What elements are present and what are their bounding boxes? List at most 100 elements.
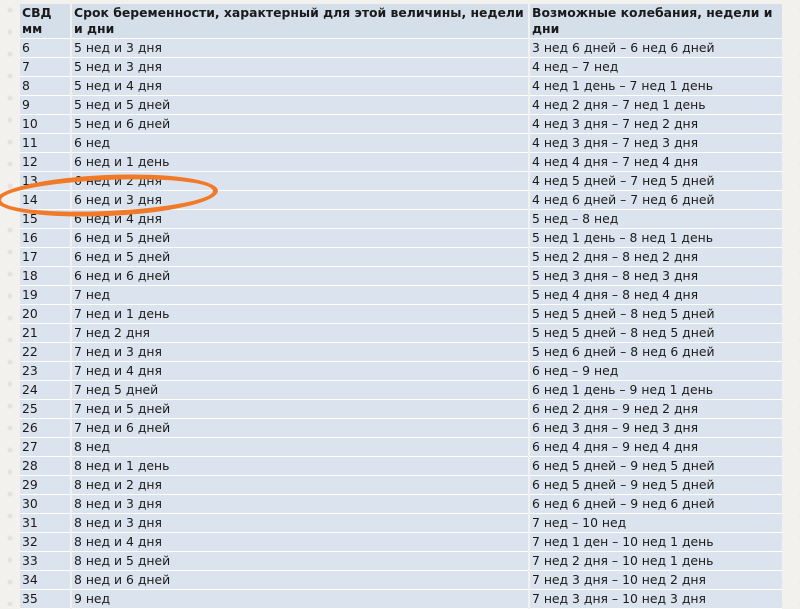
range-cell: 4 нед 6 дней – 7 нед 6 дней bbox=[530, 191, 782, 210]
header-range: Возможные колебания, недели и дни bbox=[530, 4, 782, 39]
range-cell: 7 нед – 10 нед bbox=[530, 514, 782, 533]
crl-cell: 19 bbox=[20, 286, 70, 305]
table-row: 13 6 нед и 2 дня 4 нед 5 дней – 7 нед 5 дн… bbox=[20, 172, 782, 191]
crl-cell: 9 bbox=[20, 96, 70, 115]
range-cell: 6 нед 3 дня – 9 нед 3 дня bbox=[530, 419, 782, 438]
table-row: 19 7 нед 5 нед 4 дня – 8 нед 4 дня bbox=[20, 286, 782, 305]
range-cell: 5 нед 1 день – 8 нед 1 день bbox=[530, 229, 782, 248]
table-row: 14 6 нед и 3 дня 4 нед 6 дней – 7 нед 6 дн… bbox=[20, 191, 782, 210]
range-cell: 4 нед 3 дня – 7 нед 2 дня bbox=[530, 115, 782, 134]
range-cell: 5 нед 3 дня – 8 нед 3 дня bbox=[530, 267, 782, 286]
crl-cell: 14 bbox=[20, 191, 70, 210]
crl-cell: 30 bbox=[20, 495, 70, 514]
crl-cell: 12 bbox=[20, 153, 70, 172]
table-row: 65 нед и 3 дня 3 нед 6 дней – 6 нед 6 дне… bbox=[20, 39, 782, 58]
range-cell: 6 нед 2 дня – 9 нед 2 дня bbox=[530, 400, 782, 419]
header-row: СВД мм Срок беременности, характерный дл… bbox=[20, 4, 782, 39]
table-row: 28 8 нед и 1 день 6 нед 5 дней – 9 нед 5 д… bbox=[20, 457, 782, 476]
range-cell: 3 нед 6 дней – 6 нед 6 дней bbox=[530, 39, 782, 58]
table-row: 27 8 нед 6 нед 4 дня – 9 нед 4 дня bbox=[20, 438, 782, 457]
range-cell: 4 нед 2 дня – 7 нед 1 день bbox=[530, 96, 782, 115]
gestational-age-cell: 8 нед и 3 дня bbox=[72, 514, 528, 533]
range-cell: 5 нед 5 дней – 8 нед 5 дней bbox=[530, 305, 782, 324]
crl-cell: 8 bbox=[20, 77, 70, 96]
range-cell: 4 нед 5 дней – 7 нед 5 дней bbox=[530, 172, 782, 191]
crl-cell: 15 bbox=[20, 210, 70, 229]
table-row: 23 7 нед и 4 дня 6 нед – 9 нед bbox=[20, 362, 782, 381]
table-row: 16 6 нед и 5 дней 5 нед 1 день – 8 нед 1 д… bbox=[20, 229, 782, 248]
gestational-age-cell: 7 нед и 1 день bbox=[72, 305, 528, 324]
crl-cell: 29 bbox=[20, 476, 70, 495]
range-cell: 5 нед 2 дня – 8 нед 2 дня bbox=[530, 248, 782, 267]
range-cell: 5 нед 6 дней – 8 нед 6 дней bbox=[530, 343, 782, 362]
gestational-age-cell: 6 нед и 1 день bbox=[72, 153, 528, 172]
table-row: 11 6 нед 4 нед 3 дня – 7 нед 3 дня bbox=[20, 134, 782, 153]
crl-cell: 20 bbox=[20, 305, 70, 324]
table-row: 24 7 нед 5 дней 6 нед 1 день – 9 нед 1 ден… bbox=[20, 381, 782, 400]
gestational-age-cell: 5 нед и 6 дней bbox=[72, 115, 528, 134]
gestational-age-cell: 5 нед и 5 дней bbox=[72, 96, 528, 115]
table-row: 18 6 нед и 6 дней 5 нед 3 дня – 8 нед 3 дн… bbox=[20, 267, 782, 286]
crl-cell: 26 bbox=[20, 419, 70, 438]
table-row: 21 7 нед 2 дня 5 нед 5 дней – 8 нед 5 дней bbox=[20, 324, 782, 343]
gestational-age-cell: 6 нед bbox=[72, 134, 528, 153]
range-cell: 4 нед 3 дня – 7 нед 3 дня bbox=[530, 134, 782, 153]
crl-cell: 22 bbox=[20, 343, 70, 362]
crl-cell: 18 bbox=[20, 267, 70, 286]
gestational-age-cell: 7 нед и 6 дней bbox=[72, 419, 528, 438]
gestational-age-cell: 7 нед bbox=[72, 286, 528, 305]
gestational-age-cell: 6 нед и 5 дней bbox=[72, 248, 528, 267]
table-row: 15 6 нед и 4 дня 5 нед – 8 нед bbox=[20, 210, 782, 229]
table-row: 25 7 нед и 5 дней 6 нед 2 дня – 9 нед 2 дн… bbox=[20, 400, 782, 419]
crl-cell: 23 bbox=[20, 362, 70, 381]
range-cell: 6 нед 1 день – 9 нед 1 день bbox=[530, 381, 782, 400]
crl-cell: 33 bbox=[20, 552, 70, 571]
header-gestational-age: Срок беременности, характерный для этой … bbox=[72, 4, 528, 39]
crl-cell: 25 bbox=[20, 400, 70, 419]
table-body: 65 нед и 3 дня 3 нед 6 дней – 6 нед 6 дне… bbox=[20, 39, 782, 609]
range-cell: 6 нед 5 дней – 9 нед 5 дней bbox=[530, 476, 782, 495]
table-row: 32 8 нед и 4 дня 7 нед 1 ден – 10 нед 1 де… bbox=[20, 533, 782, 552]
range-cell: 6 нед 6 дней – 9 нед 6 дней bbox=[530, 495, 782, 514]
crl-cell: 32 bbox=[20, 533, 70, 552]
crl-cell: 7 bbox=[20, 58, 70, 77]
range-cell: 7 нед 2 дня – 10 нед 1 день bbox=[530, 552, 782, 571]
crl-cell: 31 bbox=[20, 514, 70, 533]
gestational-age-cell: 8 нед и 3 дня bbox=[72, 495, 528, 514]
table-row: 95 нед и 5 дней 4 нед 2 дня – 7 нед 1 ден… bbox=[20, 96, 782, 115]
gestational-age-cell: 7 нед 2 дня bbox=[72, 324, 528, 343]
header-crl: СВД мм bbox=[20, 4, 70, 39]
crl-cell: 27 bbox=[20, 438, 70, 457]
crl-cell: 10 bbox=[20, 115, 70, 134]
range-cell: 6 нед 4 дня – 9 нед 4 дня bbox=[530, 438, 782, 457]
table-row: 10 5 нед и 6 дней 4 нед 3 дня – 7 нед 2 дн… bbox=[20, 115, 782, 134]
table-row: 30 8 нед и 3 дня 6 нед 6 дней – 9 нед 6 дн… bbox=[20, 495, 782, 514]
table-row: 20 7 нед и 1 день 5 нед 5 дней – 8 нед 5 д… bbox=[20, 305, 782, 324]
range-cell: 7 нед 3 дня – 10 нед 3 дня bbox=[530, 590, 782, 609]
crl-cell: 6 bbox=[20, 39, 70, 58]
table-row: 75 нед и 3 дня 4 нед – 7 нед bbox=[20, 58, 782, 77]
gestational-age-cell: 7 нед и 3 дня bbox=[72, 343, 528, 362]
gestational-age-cell: 6 нед и 2 дня bbox=[72, 172, 528, 191]
range-cell: 4 нед 4 дня – 7 нед 4 дня bbox=[530, 153, 782, 172]
table-row: 35 9 нед 7 нед 3 дня – 10 нед 3 дня bbox=[20, 590, 782, 609]
table-row: 17 6 нед и 5 дней 5 нед 2 дня – 8 нед 2 дн… bbox=[20, 248, 782, 267]
crl-cell: 13 bbox=[20, 172, 70, 191]
range-cell: 5 нед 4 дня – 8 нед 4 дня bbox=[530, 286, 782, 305]
crl-cell: 17 bbox=[20, 248, 70, 267]
crl-cell: 11 bbox=[20, 134, 70, 153]
table-row: 34 8 нед и 6 дней 7 нед 3 дня – 10 нед 2 д… bbox=[20, 571, 782, 590]
range-cell: 4 нед – 7 нед bbox=[530, 58, 782, 77]
range-cell: 5 нед 5 дней – 8 нед 5 дней bbox=[530, 324, 782, 343]
crl-cell: 21 bbox=[20, 324, 70, 343]
gestational-age-cell: 5 нед и 4 дня bbox=[72, 77, 528, 96]
range-cell: 4 нед 1 день – 7 нед 1 день bbox=[530, 77, 782, 96]
gestational-age-cell: 6 нед и 3 дня bbox=[72, 191, 528, 210]
table-row: 29 8 нед и 2 дня 6 нед 5 дней – 9 нед 5 дн… bbox=[20, 476, 782, 495]
gestational-age-cell: 8 нед и 4 дня bbox=[72, 533, 528, 552]
gestational-age-cell: 8 нед и 2 дня bbox=[72, 476, 528, 495]
range-cell: 7 нед 1 ден – 10 нед 1 день bbox=[530, 533, 782, 552]
gestational-age-cell: 6 нед и 4 дня bbox=[72, 210, 528, 229]
gestational-age-cell: 5 нед и 3 дня bbox=[72, 58, 528, 77]
gestational-age-cell: 7 нед 5 дней bbox=[72, 381, 528, 400]
